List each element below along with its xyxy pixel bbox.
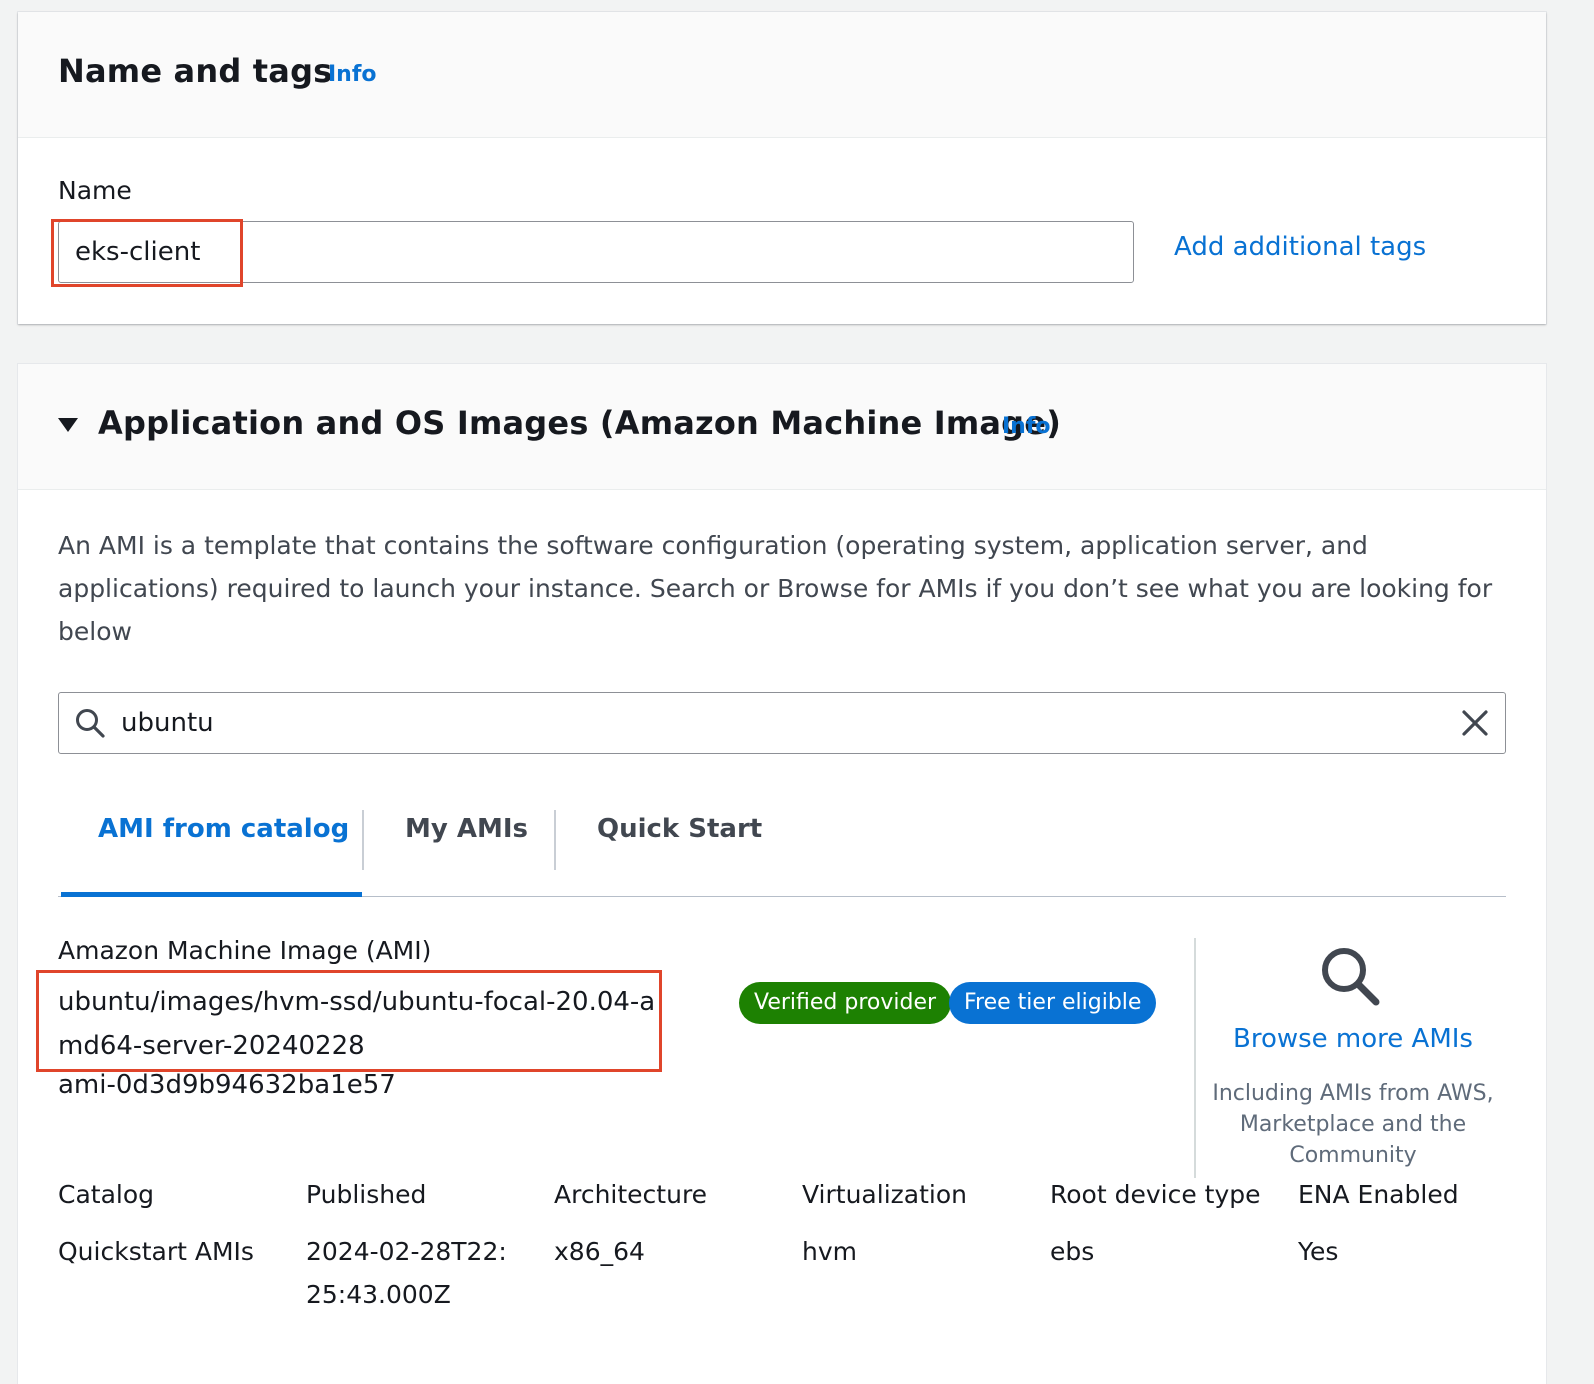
tab-separator [362, 810, 364, 870]
detail-value-architecture: x86_64 [554, 1237, 645, 1266]
tab-separator [554, 810, 556, 870]
ami-search-box[interactable] [58, 692, 1506, 754]
ami-panel-header[interactable]: Application and OS Images (Amazon Machin… [18, 364, 1546, 490]
ami-description: An AMI is a template that contains the s… [58, 531, 1493, 646]
active-tab-indicator [61, 892, 362, 897]
ami-id: ami-0d3d9b94632ba1e57 [58, 1070, 396, 1100]
ami-panel-title: Application and OS Images (Amazon Machin… [98, 404, 1062, 442]
detail-header-root-device-type: Root device type [1050, 1180, 1261, 1209]
tab-quick-start[interactable]: Quick Start [597, 814, 762, 844]
detail-header-ena-enabled: ENA Enabled [1298, 1180, 1459, 1209]
close-icon[interactable] [1459, 707, 1491, 739]
tab-ami-from-catalog[interactable]: AMI from catalog [98, 814, 349, 844]
detail-value-catalog: Quickstart AMIs [58, 1237, 254, 1266]
ami-panel: Application and OS Images (Amazon Machin… [18, 364, 1546, 1384]
detail-header-published: Published [306, 1180, 427, 1209]
browse-more-amis-link[interactable]: Browse more AMIs [1208, 1024, 1498, 1054]
detail-value-published: 2024-02-28T22:25:43.000Z [306, 1237, 507, 1309]
detail-value-ena-enabled: Yes [1298, 1237, 1339, 1266]
detail-header-catalog: Catalog [58, 1180, 155, 1209]
name-and-tags-info-link[interactable]: Info [328, 62, 377, 87]
browse-description: Including AMIs from AWS, Marketplace and… [1212, 1081, 1494, 1168]
detail-header-virtualization: Virtualization [802, 1180, 967, 1209]
detail-value-root-device-type: ebs [1050, 1237, 1095, 1266]
ami-search-input[interactable] [121, 701, 1421, 745]
tab-my-amis[interactable]: My AMIs [405, 814, 528, 844]
add-additional-tags-link[interactable]: Add additional tags [1174, 232, 1426, 262]
name-and-tags-title: Name and tags [58, 52, 333, 90]
free-tier-badge: Free tier eligible [949, 982, 1157, 1024]
verified-provider-badge: Verified provider [739, 982, 952, 1024]
search-icon [76, 709, 105, 738]
caret-down-icon[interactable] [58, 418, 78, 432]
highlight-box-ami [36, 970, 662, 1072]
detail-value-virtualization: hvm [802, 1237, 857, 1266]
name-and-tags-header: Name and tags Info [18, 12, 1546, 138]
name-and-tags-panel: Name and tags Info Name Add additional t… [18, 12, 1546, 324]
magnifier-icon[interactable] [1318, 944, 1382, 1008]
name-label: Name [58, 176, 132, 205]
vertical-divider [1194, 938, 1196, 1178]
detail-header-architecture: Architecture [554, 1180, 708, 1209]
ami-panel-info-link[interactable]: Info [1002, 414, 1051, 439]
highlight-box-name [51, 219, 243, 287]
ami-label: Amazon Machine Image (AMI) [58, 936, 432, 965]
